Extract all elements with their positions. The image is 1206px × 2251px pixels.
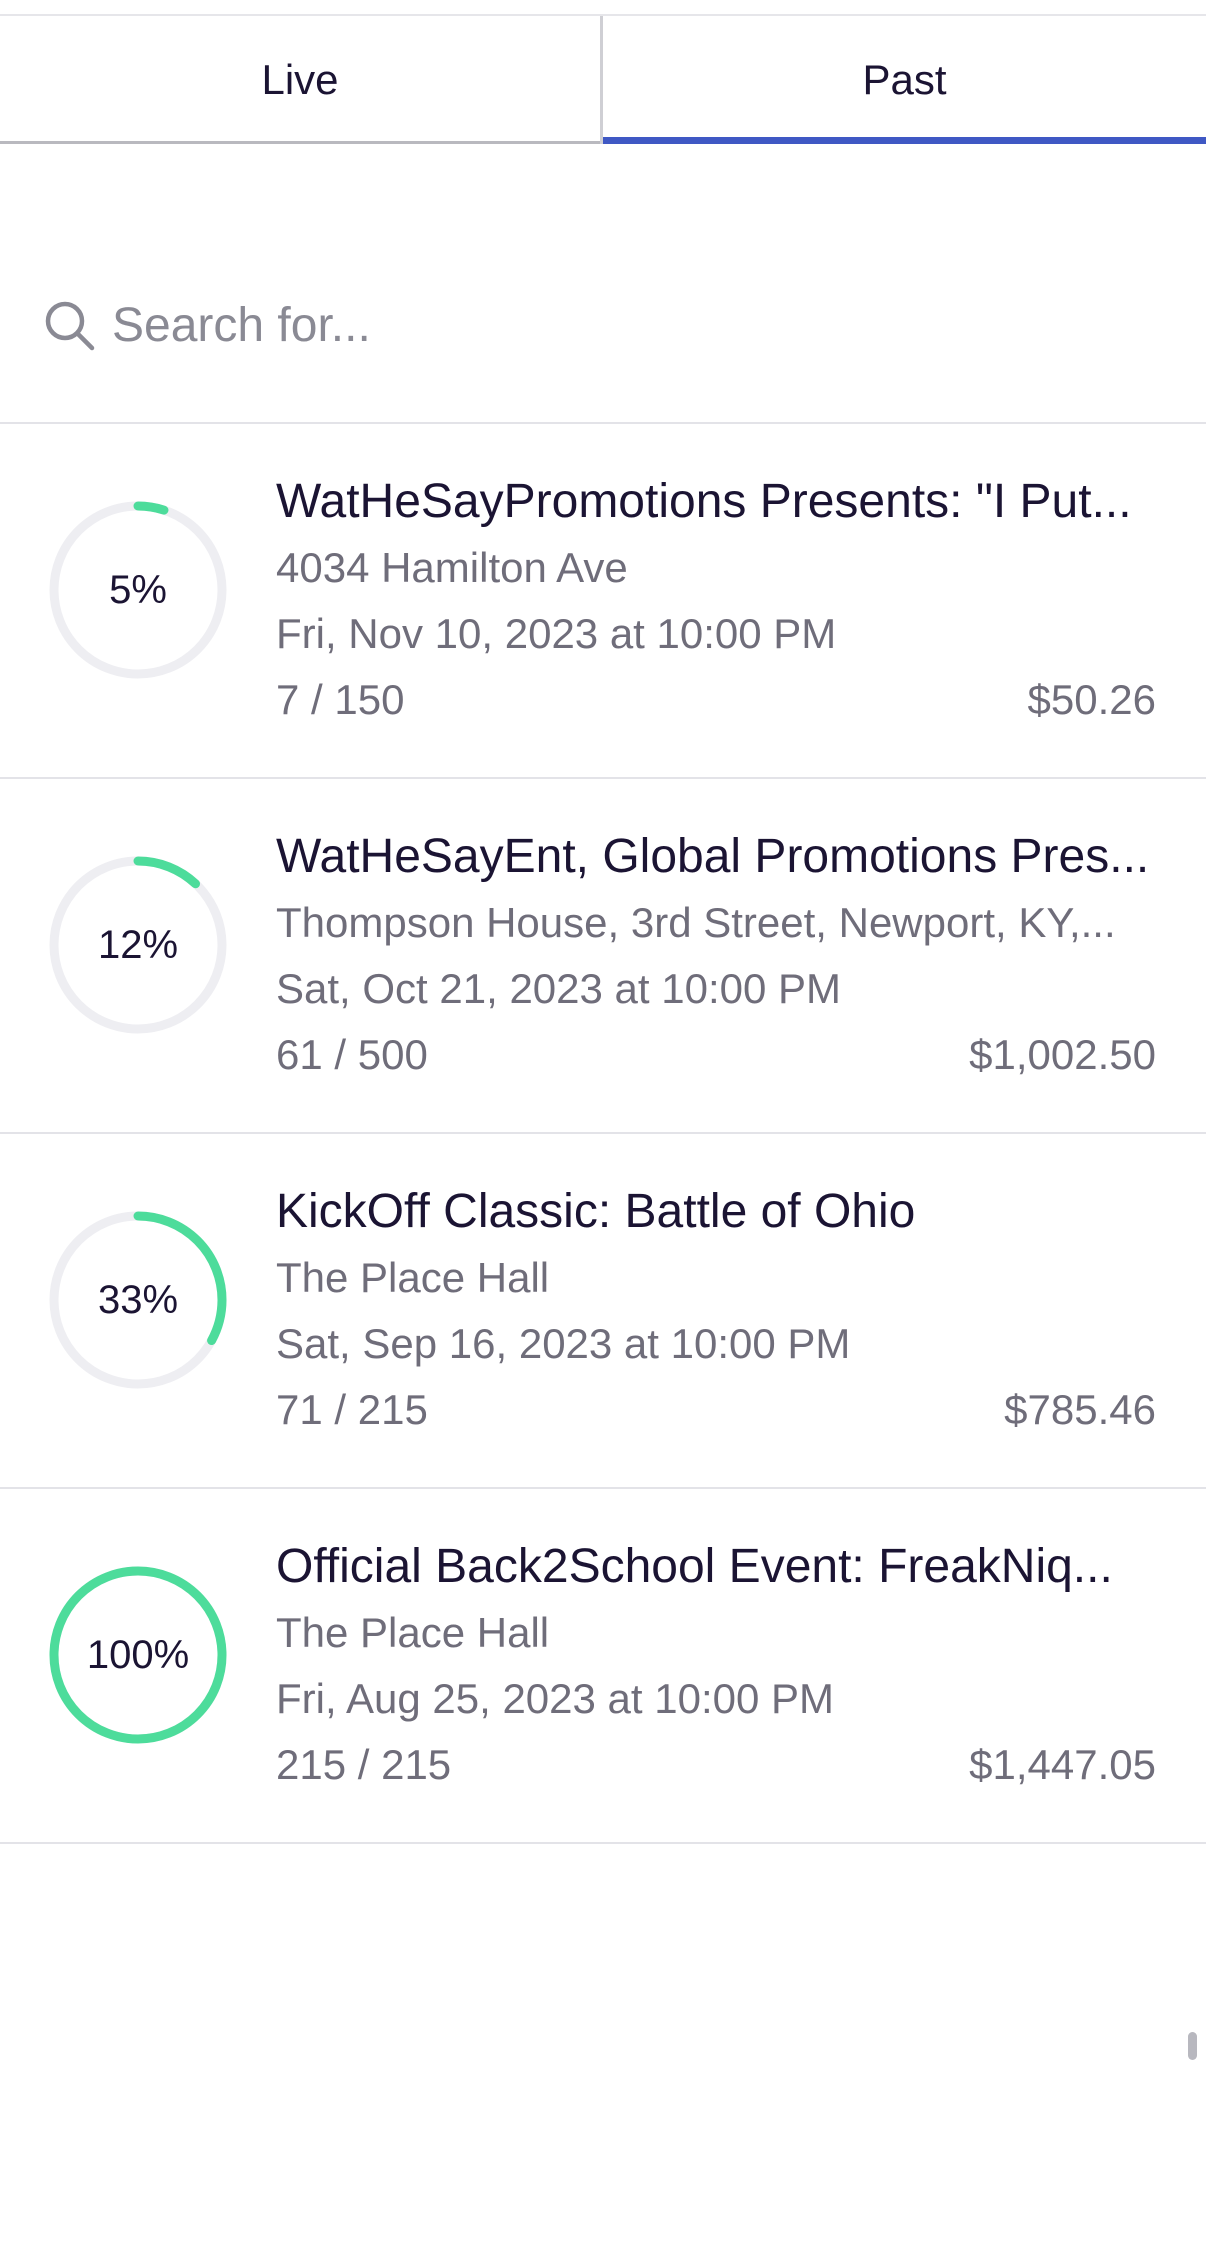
event-row[interactable]: 100% Official Back2School Event: FreakNi…	[0, 1489, 1206, 1841]
event-date: Sat, Oct 21, 2023 at 10:00 PM	[276, 965, 842, 1012]
event-title: WatHeSayPromotions Presents: "I Put...	[276, 475, 1132, 528]
event-revenue: $1,002.50	[969, 1031, 1156, 1078]
event-row[interactable]: 12% WatHeSayEnt, Global Promotions Pres.…	[0, 779, 1206, 1131]
tickets-sold: 7 / 150	[276, 676, 405, 723]
search-icon[interactable]	[42, 298, 98, 354]
tickets-sold: 215 / 215	[276, 1741, 452, 1788]
progress-percent: 5%	[109, 567, 167, 612]
progress-percent: 33%	[97, 1277, 179, 1322]
event-revenue: $50.26	[1027, 676, 1156, 723]
event-venue: 4034 Hamilton Ave	[276, 544, 628, 591]
scrollbar-thumb[interactable]	[1188, 2032, 1197, 2060]
tickets-sold: 61 / 500	[276, 1031, 428, 1078]
tickets-sold: 71 / 215	[276, 1386, 428, 1433]
tab-past-label: Past	[862, 56, 947, 103]
event-row[interactable]: 5% WatHeSayPromotions Presents: "I Put..…	[0, 424, 1206, 776]
tab-live[interactable]: Live	[0, 16, 603, 144]
event-title: KickOff Classic: Battle of Ohio	[276, 1185, 916, 1238]
event-title: WatHeSayEnt, Global Promotions Pres...	[276, 830, 1150, 883]
list-divider	[0, 1842, 1206, 1844]
tab-past[interactable]: Past	[603, 16, 1206, 144]
progress-percent: 12%	[97, 922, 179, 967]
event-venue: Thompson House, 3rd Street, Newport, KY,…	[276, 899, 1116, 946]
event-date: Sat, Sep 16, 2023 at 10:00 PM	[276, 1320, 851, 1367]
search-input[interactable]	[112, 290, 1152, 360]
event-title: Official Back2School Event: FreakNiq...	[276, 1540, 1113, 1593]
event-row[interactable]: 33% KickOff Classic: Battle of Ohio The …	[0, 1134, 1206, 1486]
event-date: Fri, Nov 10, 2023 at 10:00 PM	[276, 610, 837, 657]
tab-bar: Live Past	[0, 16, 1206, 144]
event-revenue: $785.46	[1004, 1386, 1156, 1433]
event-venue: The Place Hall	[276, 1609, 550, 1656]
event-revenue: $1,447.05	[969, 1741, 1156, 1788]
event-venue: The Place Hall	[276, 1254, 550, 1301]
tab-live-label: Live	[261, 56, 339, 103]
progress-percent: 100%	[86, 1632, 190, 1677]
search-bar	[0, 270, 1206, 380]
event-date: Fri, Aug 25, 2023 at 10:00 PM	[276, 1675, 835, 1722]
